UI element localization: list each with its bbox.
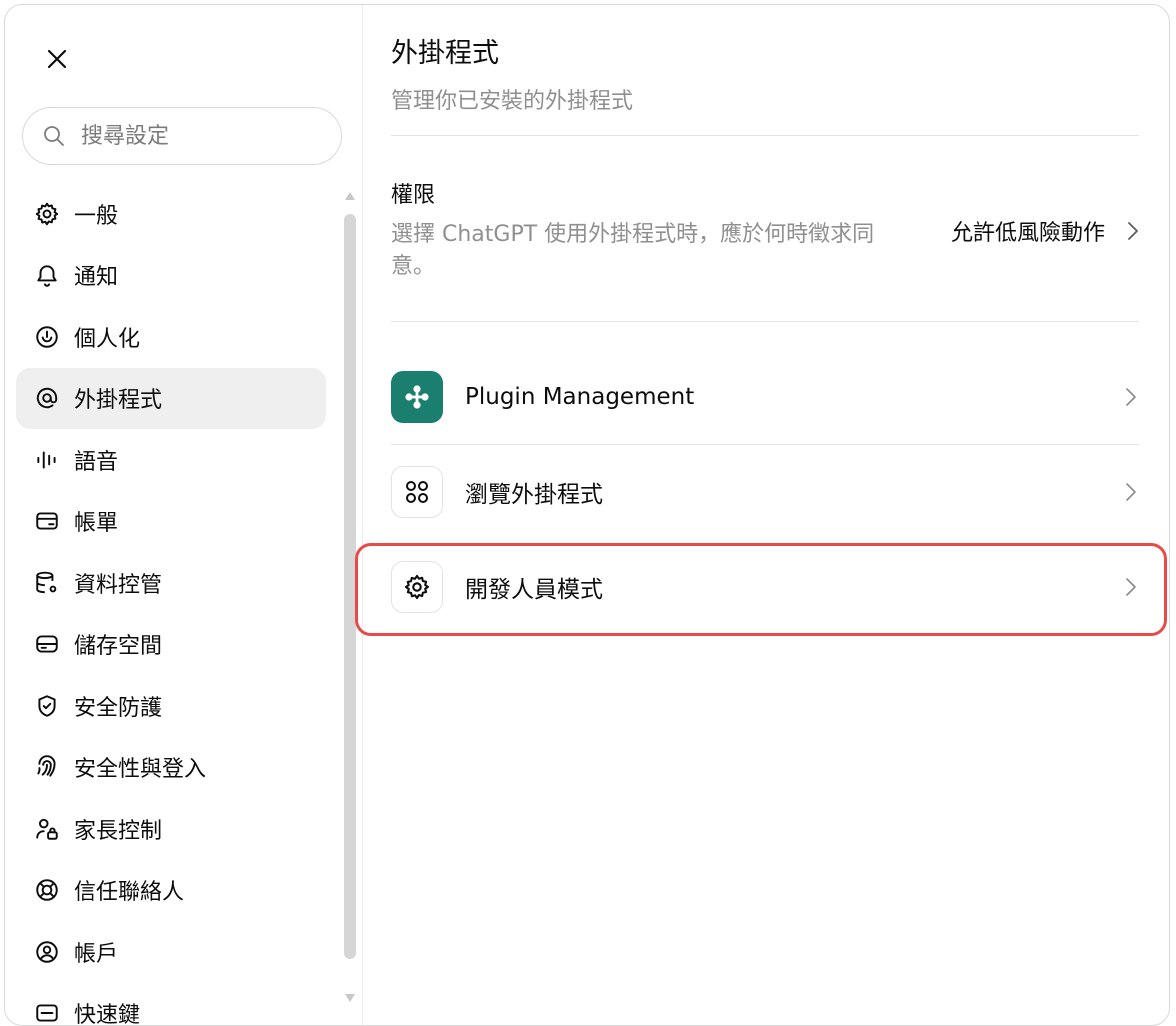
- credit-card-icon: [34, 508, 60, 534]
- keyboard-icon: [34, 1000, 60, 1026]
- row-divider: [391, 444, 1139, 445]
- nav-item-account[interactable]: 帳戶: [16, 921, 326, 983]
- chevron-right-icon: [1125, 577, 1137, 597]
- search-icon: [43, 125, 65, 147]
- sidebar-divider: [362, 5, 363, 1025]
- nav-item-plugins[interactable]: 外掛程式: [16, 368, 326, 430]
- row-developer-mode[interactable]: 開發人員模式: [391, 541, 1139, 633]
- settings-window: 一般 通知 個人化: [4, 4, 1170, 1026]
- shield-check-icon: [34, 693, 60, 719]
- nav-item-label: 儲存空間: [74, 628, 162, 660]
- row-label: Plugin Management: [465, 384, 1125, 410]
- storage-icon: [34, 631, 60, 657]
- nav-item-security-login[interactable]: 安全性與登入: [16, 737, 326, 799]
- nav-item-notifications[interactable]: 通知: [16, 245, 326, 307]
- fingerprint-icon: [34, 754, 60, 780]
- nav-item-security[interactable]: 安全防護: [16, 675, 326, 737]
- nav-item-general[interactable]: 一般: [16, 183, 326, 245]
- nav-item-label: 安全防護: [74, 690, 162, 722]
- permissions-value: 允許低風險動作: [951, 215, 1105, 247]
- nav-item-label: 外掛程式: [74, 382, 162, 414]
- permissions-select[interactable]: 允許低風險動作: [951, 215, 1139, 247]
- nav-item-storage[interactable]: 儲存空間: [16, 614, 326, 676]
- bell-icon: [34, 262, 60, 288]
- at-sign-icon: [34, 385, 60, 411]
- nav-item-label: 帳戶: [74, 936, 118, 968]
- plugin-management-icon: [391, 371, 443, 423]
- nav-item-label: 語音: [74, 444, 118, 476]
- scroll-down-arrow-icon[interactable]: [344, 993, 356, 1003]
- nav-item-data-controls[interactable]: 資料控管: [16, 552, 326, 614]
- nav-item-label: 一般: [74, 198, 118, 230]
- close-icon: [46, 48, 68, 70]
- lifebuoy-icon: [34, 877, 60, 903]
- nav-item-billing[interactable]: 帳單: [16, 491, 326, 553]
- nav-item-label: 信任聯絡人: [74, 874, 184, 906]
- chevron-right-icon: [1125, 482, 1137, 502]
- parental-lock-icon: [34, 816, 60, 842]
- settings-search[interactable]: [22, 107, 342, 165]
- row-label: 瀏覽外掛程式: [465, 475, 1125, 509]
- row-label: 開發人員模式: [465, 570, 1125, 604]
- nav-item-voice[interactable]: 語音: [16, 429, 326, 491]
- chevron-right-icon: [1127, 221, 1139, 241]
- nav-item-label: 家長控制: [74, 813, 162, 845]
- nav-item-label: 資料控管: [74, 567, 162, 599]
- row-plugin-management[interactable]: Plugin Management: [391, 351, 1139, 443]
- database-icon: [34, 570, 60, 596]
- nav-item-label: 安全性與登入: [74, 751, 206, 783]
- row-browse-plugins[interactable]: 瀏覽外掛程式: [391, 446, 1139, 538]
- permissions-title: 權限: [391, 177, 435, 209]
- personalization-icon: [34, 324, 60, 350]
- nav-item-label: 通知: [74, 259, 118, 291]
- section-divider: [391, 321, 1139, 322]
- scrollbar-thumb[interactable]: [344, 214, 356, 959]
- nav-item-label: 快速鍵: [74, 997, 140, 1026]
- nav-item-parental-controls[interactable]: 家長控制: [16, 798, 326, 860]
- waveform-icon: [34, 447, 60, 473]
- scroll-up-arrow-icon[interactable]: [344, 191, 356, 201]
- nav-item-personalization[interactable]: 個人化: [16, 306, 326, 368]
- section-divider: [391, 135, 1139, 136]
- nav-item-label: 個人化: [74, 321, 140, 353]
- gear-icon: [34, 201, 60, 227]
- user-circle-icon: [34, 939, 60, 965]
- chevron-right-icon: [1125, 387, 1137, 407]
- page-title: 外掛程式: [391, 31, 499, 70]
- page-subtitle: 管理你已安裝的外掛程式: [391, 83, 633, 115]
- nav-item-label: 帳單: [74, 505, 118, 537]
- nav-item-shortcuts[interactable]: 快速鍵: [16, 983, 326, 1026]
- settings-nav: 一般 通知 個人化: [16, 183, 326, 1026]
- gear-icon: [391, 561, 443, 613]
- nav-item-trusted-contacts[interactable]: 信任聯絡人: [16, 860, 326, 922]
- grid-dots-icon: [391, 466, 443, 518]
- close-button[interactable]: [39, 41, 75, 77]
- search-input[interactable]: [79, 123, 313, 150]
- permissions-description: 選擇 ChatGPT 使用外掛程式時，應於何時徵求同意。: [391, 219, 891, 283]
